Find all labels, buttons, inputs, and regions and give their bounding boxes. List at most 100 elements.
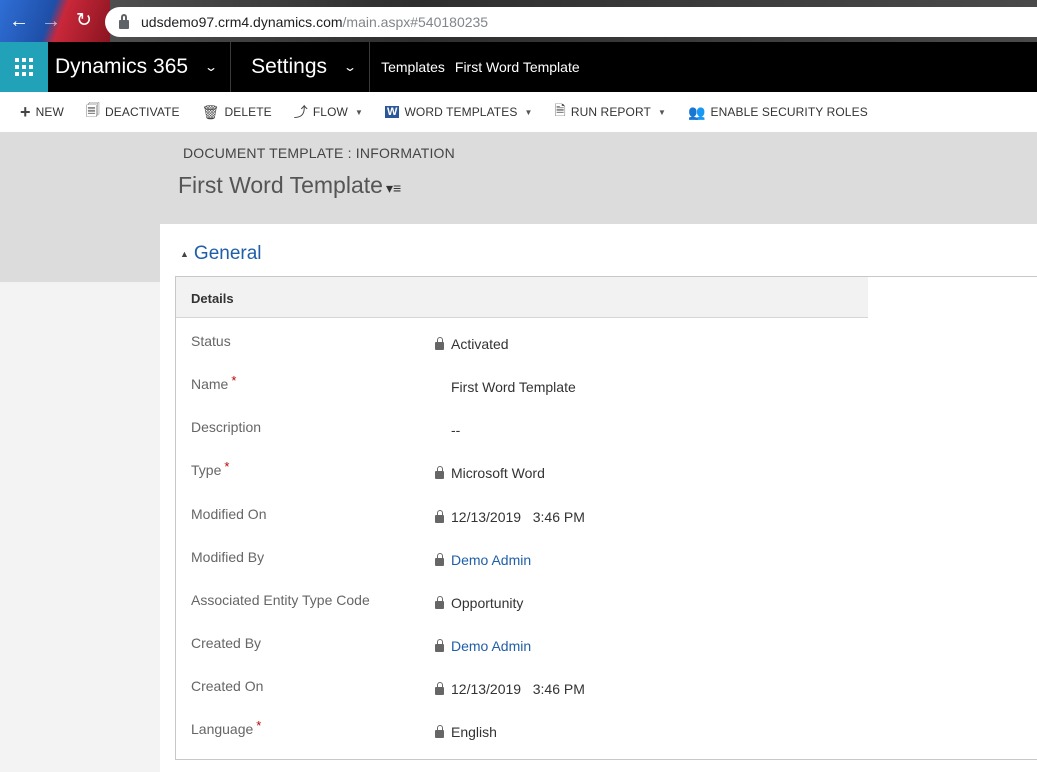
entity-label: DOCUMENT TEMPLATE : INFORMATION [183,145,455,161]
field-value-link[interactable]: Demo Admin [451,638,531,654]
field-row-status: Status Activated [191,333,891,357]
lock-icon [435,552,444,566]
field-row-description: Description -- [191,419,891,443]
field-row-created-by: Created By Demo Admin [191,635,891,659]
breadcrumb-section[interactable]: Templates [381,59,445,75]
field-row-modified-on: Modified On 12/13/2019 3:46 PM [191,506,891,530]
new-button[interactable]: + NEW [20,102,64,123]
field-label: Associated Entity Type Code [191,592,370,608]
subsection-title: Details [191,291,234,306]
reload-icon[interactable]: ↻ [73,10,95,32]
deactivate-icon: 🗐 [85,102,101,118]
forward-arrow-icon[interactable]: → [40,10,62,32]
required-asterisk: * [256,718,262,733]
app-launcher-icon[interactable] [0,42,48,92]
plus-icon: + [20,101,31,122]
deactivate-button[interactable]: 🗐 DEACTIVATE [86,100,180,124]
lock-icon [435,681,444,695]
browser-chrome: ← → ↻ udsdemo97.crm4.dynamics.com/main.a… [0,0,1037,42]
field-label: Modified On [191,506,267,522]
field-row-type: Type * Microsoft Word [191,459,891,486]
section-title: General [193,243,262,264]
deactivate-label: DEACTIVATE [105,105,180,119]
field-value: Activated [435,336,509,352]
divider [369,42,371,92]
run-report-button[interactable]: 🗎 RUN REPORT ▼ [554,100,666,124]
chevron-down-icon[interactable]: ⌄ [204,60,218,74]
field-row-language: Language * English [191,718,891,745]
field-value-text[interactable]: First Word Template [451,379,576,395]
field-label: Created By [191,635,262,651]
app-name[interactable]: Dynamics 365 [55,55,188,79]
area-selector[interactable]: Settings [251,55,327,79]
word-icon: W [384,106,400,118]
record-title: First Word Template [178,172,383,198]
dropdown-arrow-icon: ▼ [524,107,533,117]
enable-security-roles-button[interactable]: 👥 ENABLE SECURITY ROLES [688,104,868,121]
delete-button[interactable]: 🗑 DELETE [202,104,272,121]
field-label-text: Language [191,721,254,737]
lock-icon [435,336,444,350]
flow-icon: ⤴ [293,104,308,120]
address-bar[interactable]: udsdemo97.crm4.dynamics.com/main.aspx#54… [105,7,1037,37]
divider [230,42,232,92]
security-roles-icon: 👥 [687,103,706,120]
lock-icon [435,595,444,609]
field-value: Microsoft Word [435,465,545,481]
url-path: /main.aspx#540180235 [342,14,489,30]
field-value: English [435,724,497,740]
form-header [0,132,1037,224]
field-label: Created On [191,678,264,694]
field-value-link[interactable]: Demo Admin [451,552,531,568]
section-header-general[interactable]: ▲ General [180,243,262,265]
lock-icon [435,724,444,738]
field-row-associated-entity: Associated Entity Type Code Opportunity [191,592,891,616]
field-value-text: 12/13/2019 3:46 PM [451,509,585,525]
field-value-text: 12/13/2019 3:46 PM [451,681,585,697]
field-label: Language * [191,718,262,737]
command-bar: + NEW 🗐 DEACTIVATE 🗑 DELETE ⤴ FLOW ▼ W W… [0,92,1037,132]
enable-security-roles-label: ENABLE SECURITY ROLES [710,105,868,119]
field-label: Description [191,419,262,435]
field-value-text[interactable]: -- [451,422,460,438]
lock-icon [119,13,129,29]
field-value[interactable]: -- [435,422,460,438]
field-label: Type * [191,459,229,478]
url-host: udsdemo97.crm4.dynamics.com [141,14,343,30]
field-value-text: English [451,724,497,740]
field-value[interactable]: Demo Admin [435,552,531,568]
field-value[interactable]: Demo Admin [435,638,531,654]
dropdown-arrow-icon: ▼ [657,107,666,117]
field-row-created-on: Created On 12/13/2019 3:46 PM [191,678,891,702]
field-label: Name * [191,373,237,392]
form-selector-icon[interactable]: ▾≡ [386,180,401,197]
report-icon: 🗎 [554,102,566,118]
collapse-triangle-icon: ▲ [180,249,189,259]
left-gutter [0,224,160,282]
flow-button[interactable]: ⤴ FLOW ▼ [294,102,363,122]
flow-label: FLOW [312,105,348,119]
dropdown-arrow-icon: ▼ [354,107,363,117]
field-value[interactable]: First Word Template [435,379,576,395]
delete-label: DELETE [224,105,272,119]
word-templates-button[interactable]: W WORD TEMPLATES ▼ [384,105,533,119]
trash-icon: 🗑 [201,103,220,120]
breadcrumb-record[interactable]: First Word Template [455,59,580,75]
field-row-name: Name * First Word Template [191,373,891,400]
field-value-text: Activated [451,336,509,352]
field-value: 12/13/2019 3:46 PM [435,681,585,697]
back-arrow-icon[interactable]: ← [8,10,30,32]
chevron-down-icon[interactable]: ⌄ [343,60,357,74]
field-value: Opportunity [435,595,523,611]
app-bar: Dynamics 365 ⌄ Settings ⌄ Templates Firs… [0,42,1037,92]
field-row-modified-by: Modified By Demo Admin [191,549,891,573]
field-value: 12/13/2019 3:46 PM [435,509,585,525]
required-asterisk: * [231,373,237,388]
lock-icon [435,638,444,652]
field-value-text: Microsoft Word [451,465,545,481]
field-label: Status [191,333,231,349]
lock-icon [435,465,444,479]
field-label-text: Name [191,376,229,392]
word-templates-label: WORD TEMPLATES [404,105,518,119]
new-label: NEW [35,105,64,119]
